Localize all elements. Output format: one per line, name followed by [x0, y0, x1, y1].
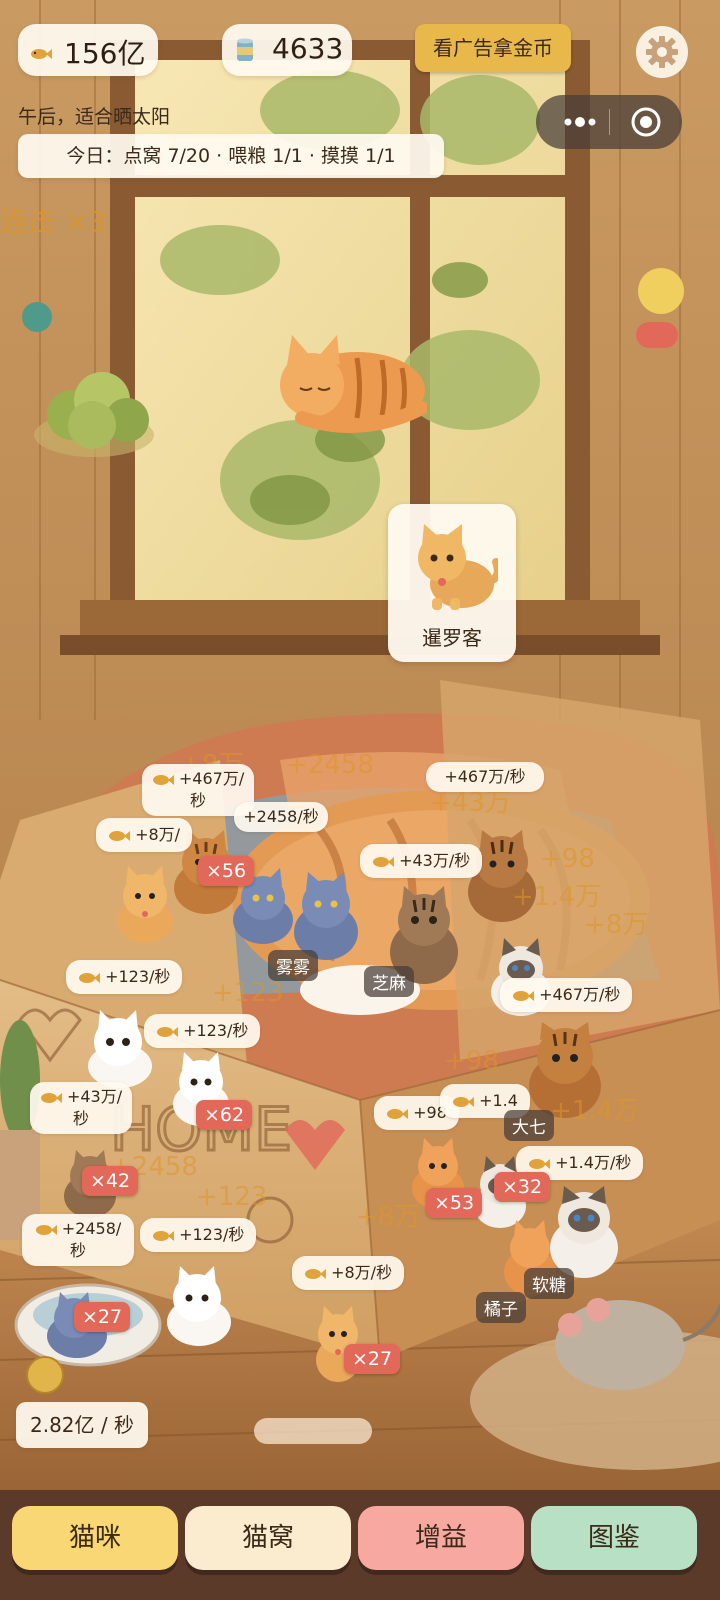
income-float: +123/秒: [144, 1014, 261, 1048]
income-float: +8万/秒: [292, 1256, 405, 1290]
income-text: +2458/秒: [243, 807, 319, 826]
combo-text: 连击 ×3: [0, 205, 107, 238]
fish-icon: [512, 985, 534, 1004]
orange-cat-sprite[interactable]: [110, 866, 180, 946]
coin-counter: 156亿: [18, 24, 158, 76]
income-float: +2458/秒: [234, 802, 328, 832]
daily-tasks[interactable]: 今日：点窝 7/20 · 喂粮 1/1 · 摸摸 1/1: [18, 134, 444, 178]
sleeping-cat-sprite[interactable]: [262, 330, 429, 435]
red-orb[interactable]: [636, 322, 678, 348]
income-text: +2458/秒: [61, 1219, 122, 1260]
multiplier-badge: ×27: [74, 1302, 131, 1332]
target-close-icon[interactable]: [630, 106, 662, 142]
blue-cat-sprite-2[interactable]: [290, 872, 362, 962]
fading-gain-text: +123: [212, 978, 284, 1008]
fish-icon: [156, 1021, 178, 1040]
bottom-tab-bar: 猫咪 猫窝 增益 图鉴: [0, 1490, 720, 1600]
multiplier-badge: ×53: [426, 1188, 483, 1218]
fish-icon: [452, 1091, 474, 1110]
weather-text: 午后，适合晒太阳: [18, 106, 171, 128]
income-text: +8万/: [135, 825, 181, 844]
fading-gain-text: +2458: [286, 750, 374, 780]
watch-ad-button[interactable]: 看广告拿金币: [415, 24, 571, 72]
income-float: +467万/秒: [426, 762, 544, 792]
coin-amount: 156亿: [64, 37, 146, 70]
yellow-orb[interactable]: [638, 268, 684, 314]
multiplier-badge: ×62: [196, 1100, 253, 1130]
income-text: +1.4万/秒: [555, 1153, 632, 1172]
multiplier-badge: ×32: [494, 1172, 551, 1202]
drawer-handle[interactable]: [254, 1418, 372, 1444]
income-text: +1.4: [479, 1091, 518, 1110]
income-text: +43万/秒: [399, 851, 471, 870]
tab-boost[interactable]: 增益: [358, 1506, 524, 1570]
food-counter: 4633: [222, 24, 352, 76]
income-float: +467万/秒: [500, 978, 633, 1012]
food-amount: 4633: [272, 32, 344, 65]
tab-nest[interactable]: 猫窝: [185, 1506, 351, 1570]
miniprogram-capsule: [536, 95, 682, 149]
cat-popup-card[interactable]: 暹罗客: [388, 504, 516, 662]
bush-sprite[interactable]: [32, 360, 157, 460]
fading-gain-text: +8万: [356, 1202, 421, 1232]
white-cat-sprite-3[interactable]: [160, 1266, 238, 1348]
siamese-cat-icon: [410, 522, 502, 618]
income-text: +467万/秒: [539, 985, 621, 1004]
income-float: +43万/秒: [30, 1082, 132, 1134]
income-float: +8万/: [96, 818, 193, 852]
teal-orb[interactable]: [22, 302, 52, 332]
fish-icon: [108, 825, 130, 844]
income-text: +467万/秒: [178, 769, 245, 810]
fading-gain-text: +98: [444, 1046, 499, 1076]
settings-button[interactable]: [636, 26, 688, 78]
popup-cat-name: 暹罗客: [422, 626, 482, 650]
income-float: +123/秒: [66, 960, 183, 994]
more-dots-icon[interactable]: [556, 107, 606, 137]
fish-icon: [35, 1219, 57, 1238]
fading-gain-text: +1.4万: [550, 1096, 640, 1126]
income-text: +123/秒: [105, 967, 171, 986]
fish-icon: [152, 1225, 174, 1244]
multiplier-badge: ×42: [82, 1166, 139, 1196]
cat-name-label: 橘子: [476, 1292, 526, 1323]
multiplier-badge: ×27: [344, 1344, 401, 1374]
fish-icon: [152, 769, 174, 788]
cat-name-label: 大七: [504, 1110, 554, 1141]
fading-gain-text: +8万: [584, 910, 649, 940]
income-float: +2458/秒: [22, 1214, 134, 1266]
capsule-divider: [609, 109, 610, 135]
fish-icon: [304, 1263, 326, 1282]
fading-gain-text: +98: [540, 844, 595, 874]
income-text: +123/秒: [183, 1021, 249, 1040]
income-float: +43万/秒: [360, 844, 483, 878]
fish-icon: [40, 1087, 62, 1106]
fish-icon: [386, 1103, 408, 1122]
fish-icon: [528, 1153, 550, 1172]
gear-icon: [644, 34, 680, 74]
income-rate: 2.82亿 / 秒: [16, 1402, 148, 1448]
cat-name-label: 软糖: [524, 1268, 574, 1299]
income-text: +123/秒: [179, 1225, 245, 1244]
cat-name-label: 雾雾: [268, 950, 318, 981]
tab-collection[interactable]: 图鉴: [531, 1506, 697, 1570]
tab-cats[interactable]: 猫咪: [12, 1506, 178, 1570]
income-float: +123/秒: [140, 1218, 257, 1252]
fish-icon: [372, 851, 394, 870]
food-can-icon: [236, 38, 254, 66]
ragdoll-cat-sprite-ruantang[interactable]: [544, 1186, 624, 1281]
fish-icon: [78, 967, 100, 986]
fish-icon: [30, 43, 52, 62]
fading-gain-text: +123: [196, 1182, 268, 1212]
cat-name-label: 芝麻: [364, 966, 414, 997]
multiplier-badge: ×56: [198, 856, 255, 886]
income-text: +43万/秒: [66, 1087, 123, 1128]
income-text: +467万/秒: [444, 767, 526, 786]
income-text: +8万/秒: [331, 1263, 393, 1282]
